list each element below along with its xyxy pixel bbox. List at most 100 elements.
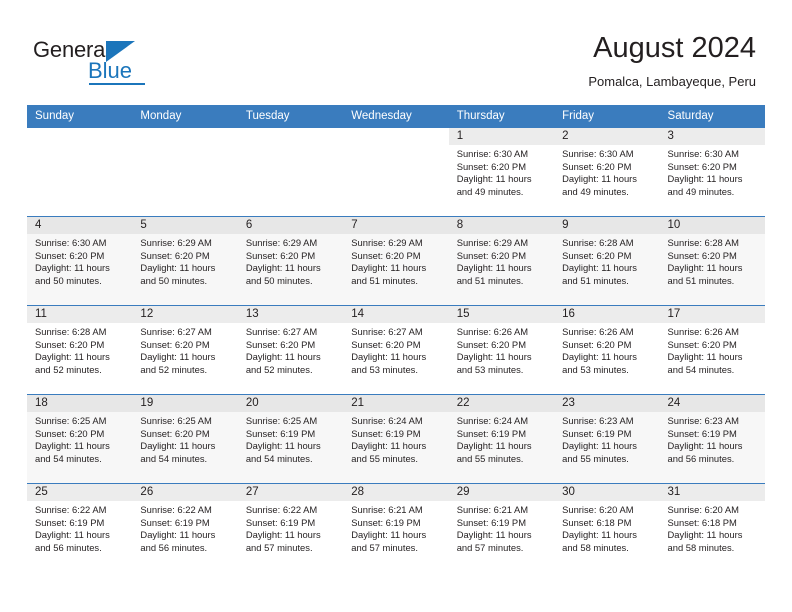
day-sunrise-text: Sunrise: 6:27 AM [140, 326, 212, 337]
day-sunset-text: Sunset: 6:20 PM [35, 427, 105, 439]
calendar-day-cell[interactable]: 18 Sunrise: 6:25 AM Sunset: 6:20 PM Dayligh… [27, 394, 133, 483]
day-cell-inner: 27 Sunrise: 6:22 AM Sunset: 6:19 PM Dayligh… [237, 483, 344, 572]
calendar-day-cell[interactable]: 7 Sunrise: 6:29 AM Sunset: 6:20 PM Daylight… [343, 216, 449, 305]
day-number: 8 [448, 217, 555, 234]
day-number: 3 [659, 128, 765, 145]
calendar-day-cell[interactable]: 19 Sunrise: 6:25 AM Sunset: 6:20 PM Dayligh… [132, 394, 238, 483]
day-details: Sunrise: 6:30 AM Sunset: 6:20 PM Daylight:… [449, 145, 554, 198]
day-number: 23 [554, 395, 660, 412]
day-sunrise-text: Sunrise: 6:22 AM [35, 504, 107, 515]
day-details: Sunrise: 6:21 AM Sunset: 6:19 PM Daylight:… [343, 501, 448, 554]
day-details: Sunrise: 6:27 AM Sunset: 6:20 PM Daylight:… [343, 323, 448, 376]
calendar-day-cell[interactable]: 10 Sunrise: 6:28 AM Sunset: 6:20 PM Dayligh… [659, 216, 765, 305]
day-daylight-line2-text: and 49 minutes. [667, 185, 735, 197]
day-daylight-line2-text: and 53 minutes. [456, 363, 524, 375]
day-details: Sunrise: 6:30 AM Sunset: 6:20 PM Daylight:… [660, 145, 765, 198]
day-details: Sunrise: 6:28 AM Sunset: 6:20 PM Daylight:… [660, 234, 765, 287]
calendar-day-cell[interactable]: 27 Sunrise: 6:22 AM Sunset: 6:19 PM Dayligh… [237, 483, 344, 572]
weekday-header-saturday: Saturday [659, 105, 765, 127]
calendar-day-cell[interactable]: 24 Sunrise: 6:23 AM Sunset: 6:19 PM Dayligh… [659, 394, 765, 483]
day-number [132, 128, 237, 145]
day-daylight-line2-text: and 55 minutes. [351, 452, 418, 464]
day-sunrise-text: Sunrise: 6:21 AM [351, 504, 423, 515]
day-cell-inner: 24 Sunrise: 6:23 AM Sunset: 6:19 PM Dayligh… [659, 394, 765, 483]
day-details: Sunrise: 6:23 AM Sunset: 6:19 PM Daylight:… [660, 412, 765, 465]
day-daylight-line2-text: and 58 minutes. [562, 541, 629, 553]
day-sunset-text: Sunset: 6:20 PM [245, 249, 316, 261]
calendar-day-cell[interactable]: 9 Sunrise: 6:28 AM Sunset: 6:20 PM Daylight… [554, 216, 660, 305]
day-daylight-line2-text: and 52 minutes. [245, 363, 313, 375]
day-sunset-text: Sunset: 6:18 PM [667, 516, 737, 528]
day-cell-inner [132, 127, 238, 216]
calendar-day-cell[interactable]: 11 Sunrise: 6:28 AM Sunset: 6:20 PM Dayligh… [27, 305, 133, 394]
day-daylight-line2-text: and 54 minutes. [35, 452, 102, 464]
day-daylight-line1-text: Daylight: 11 hours [245, 262, 321, 274]
day-cell-inner: 21 Sunrise: 6:24 AM Sunset: 6:19 PM Dayligh… [343, 394, 449, 483]
day-sunset-text: Sunset: 6:20 PM [562, 160, 632, 172]
day-sunrise-text: Sunrise: 6:20 AM [562, 504, 634, 515]
day-sunset-text: Sunset: 6:20 PM [351, 338, 421, 350]
calendar-day-cell[interactable]: 13 Sunrise: 6:27 AM Sunset: 6:20 PM Dayligh… [237, 305, 344, 394]
day-sunset-text: Sunset: 6:20 PM [140, 427, 210, 439]
day-number: 14 [343, 306, 449, 323]
calendar-day-cell[interactable]: 16 Sunrise: 6:26 AM Sunset: 6:20 PM Dayligh… [554, 305, 660, 394]
calendar-day-cell[interactable]: 6 Sunrise: 6:29 AM Sunset: 6:20 PM Daylight… [237, 216, 344, 305]
calendar-day-cell[interactable]: 28 Sunrise: 6:21 AM Sunset: 6:19 PM Dayligh… [343, 483, 449, 572]
day-details: Sunrise: 6:26 AM Sunset: 6:20 PM Daylight:… [660, 323, 765, 376]
day-cell-inner: 18 Sunrise: 6:25 AM Sunset: 6:20 PM Dayligh… [27, 394, 133, 483]
day-cell-inner: 25 Sunrise: 6:22 AM Sunset: 6:19 PM Dayligh… [27, 483, 133, 572]
day-sunrise-text: Sunrise: 6:24 AM [456, 415, 529, 426]
calendar-day-cell[interactable]: 26 Sunrise: 6:22 AM Sunset: 6:19 PM Dayligh… [132, 483, 238, 572]
logo-text-blue: Blue [88, 58, 133, 83]
day-cell-inner: 29 Sunrise: 6:21 AM Sunset: 6:19 PM Dayligh… [448, 483, 555, 572]
calendar-day-cell[interactable]: 31 Sunrise: 6:20 AM Sunset: 6:18 PM Dayligh… [659, 483, 765, 572]
day-number: 20 [237, 395, 344, 412]
day-cell-inner [27, 127, 133, 216]
general-blue-logo[interactable]: General Blue [33, 38, 163, 86]
day-number: 24 [659, 395, 765, 412]
calendar-day-cell[interactable]: 14 Sunrise: 6:27 AM Sunset: 6:20 PM Dayligh… [343, 305, 449, 394]
day-daylight-line1-text: Daylight: 11 hours [245, 440, 321, 452]
day-sunrise-text: Sunrise: 6:26 AM [562, 326, 634, 337]
day-sunrise-text: Sunrise: 6:28 AM [35, 326, 107, 337]
day-details: Sunrise: 6:22 AM Sunset: 6:19 PM Daylight:… [238, 501, 343, 554]
calendar-day-cell[interactable]: 21 Sunrise: 6:24 AM Sunset: 6:19 PM Dayligh… [343, 394, 449, 483]
calendar-page: General Blue August 2024 Pomalca, Lambay… [0, 0, 792, 612]
day-cell-inner: 19 Sunrise: 6:25 AM Sunset: 6:20 PM Dayligh… [132, 394, 238, 483]
day-sunset-text: Sunset: 6:20 PM [35, 249, 105, 261]
calendar-day-cell[interactable]: 29 Sunrise: 6:21 AM Sunset: 6:19 PM Dayligh… [448, 483, 555, 572]
day-daylight-line2-text: and 55 minutes. [456, 452, 524, 464]
day-number [343, 128, 448, 145]
day-details: Sunrise: 6:25 AM Sunset: 6:20 PM Daylight:… [27, 412, 132, 465]
day-sunset-text: Sunset: 6:19 PM [456, 516, 526, 528]
calendar-day-cell[interactable]: 25 Sunrise: 6:22 AM Sunset: 6:19 PM Dayligh… [27, 483, 133, 572]
day-sunrise-text: Sunrise: 6:29 AM [245, 237, 318, 248]
day-details: Sunrise: 6:29 AM Sunset: 6:20 PM Daylight:… [238, 234, 343, 287]
day-details: Sunrise: 6:21 AM Sunset: 6:19 PM Daylight:… [449, 501, 554, 554]
day-cell-inner [343, 127, 449, 216]
day-number: 1 [448, 128, 555, 145]
calendar-day-cell[interactable]: 2 Sunrise: 6:30 AM Sunset: 6:20 PM Daylight… [554, 127, 660, 216]
calendar-day-cell[interactable]: 30 Sunrise: 6:20 AM Sunset: 6:18 PM Dayligh… [554, 483, 660, 572]
calendar-day-cell[interactable]: 1 Sunrise: 6:30 AM Sunset: 6:20 PM Daylight… [448, 127, 555, 216]
calendar-day-cell[interactable]: 23 Sunrise: 6:23 AM Sunset: 6:19 PM Dayligh… [554, 394, 660, 483]
calendar-day-cell[interactable]: 20 Sunrise: 6:25 AM Sunset: 6:19 PM Dayligh… [237, 394, 344, 483]
calendar-day-cell[interactable]: 15 Sunrise: 6:26 AM Sunset: 6:20 PM Dayligh… [448, 305, 555, 394]
calendar-day-cell[interactable]: 8 Sunrise: 6:29 AM Sunset: 6:20 PM Daylight… [448, 216, 555, 305]
day-sunrise-text: Sunrise: 6:22 AM [245, 504, 318, 515]
calendar-day-cell[interactable]: 17 Sunrise: 6:26 AM Sunset: 6:20 PM Dayligh… [659, 305, 765, 394]
day-cell-inner: 26 Sunrise: 6:22 AM Sunset: 6:19 PM Dayligh… [132, 483, 238, 572]
day-daylight-line2-text: and 56 minutes. [35, 541, 102, 553]
calendar-day-cell[interactable]: 22 Sunrise: 6:24 AM Sunset: 6:19 PM Dayligh… [448, 394, 555, 483]
day-daylight-line1-text: Daylight: 11 hours [667, 351, 743, 363]
day-cell-inner: 15 Sunrise: 6:26 AM Sunset: 6:20 PM Dayligh… [448, 305, 555, 394]
calendar-day-cell[interactable]: 4 Sunrise: 6:30 AM Sunset: 6:20 PM Daylight… [27, 216, 133, 305]
day-sunrise-text: Sunrise: 6:28 AM [667, 237, 739, 248]
calendar-day-cell[interactable]: 12 Sunrise: 6:27 AM Sunset: 6:20 PM Dayligh… [132, 305, 238, 394]
day-sunset-text: Sunset: 6:20 PM [456, 160, 526, 172]
day-cell-inner [237, 127, 344, 216]
calendar-day-cell[interactable]: 5 Sunrise: 6:29 AM Sunset: 6:20 PM Daylight… [132, 216, 238, 305]
day-details: Sunrise: 6:20 AM Sunset: 6:18 PM Daylight:… [660, 501, 765, 554]
calendar-day-cell[interactable]: 3 Sunrise: 6:30 AM Sunset: 6:20 PM Daylight… [659, 127, 765, 216]
day-cell-inner: 5 Sunrise: 6:29 AM Sunset: 6:20 PM Daylight… [132, 216, 238, 305]
